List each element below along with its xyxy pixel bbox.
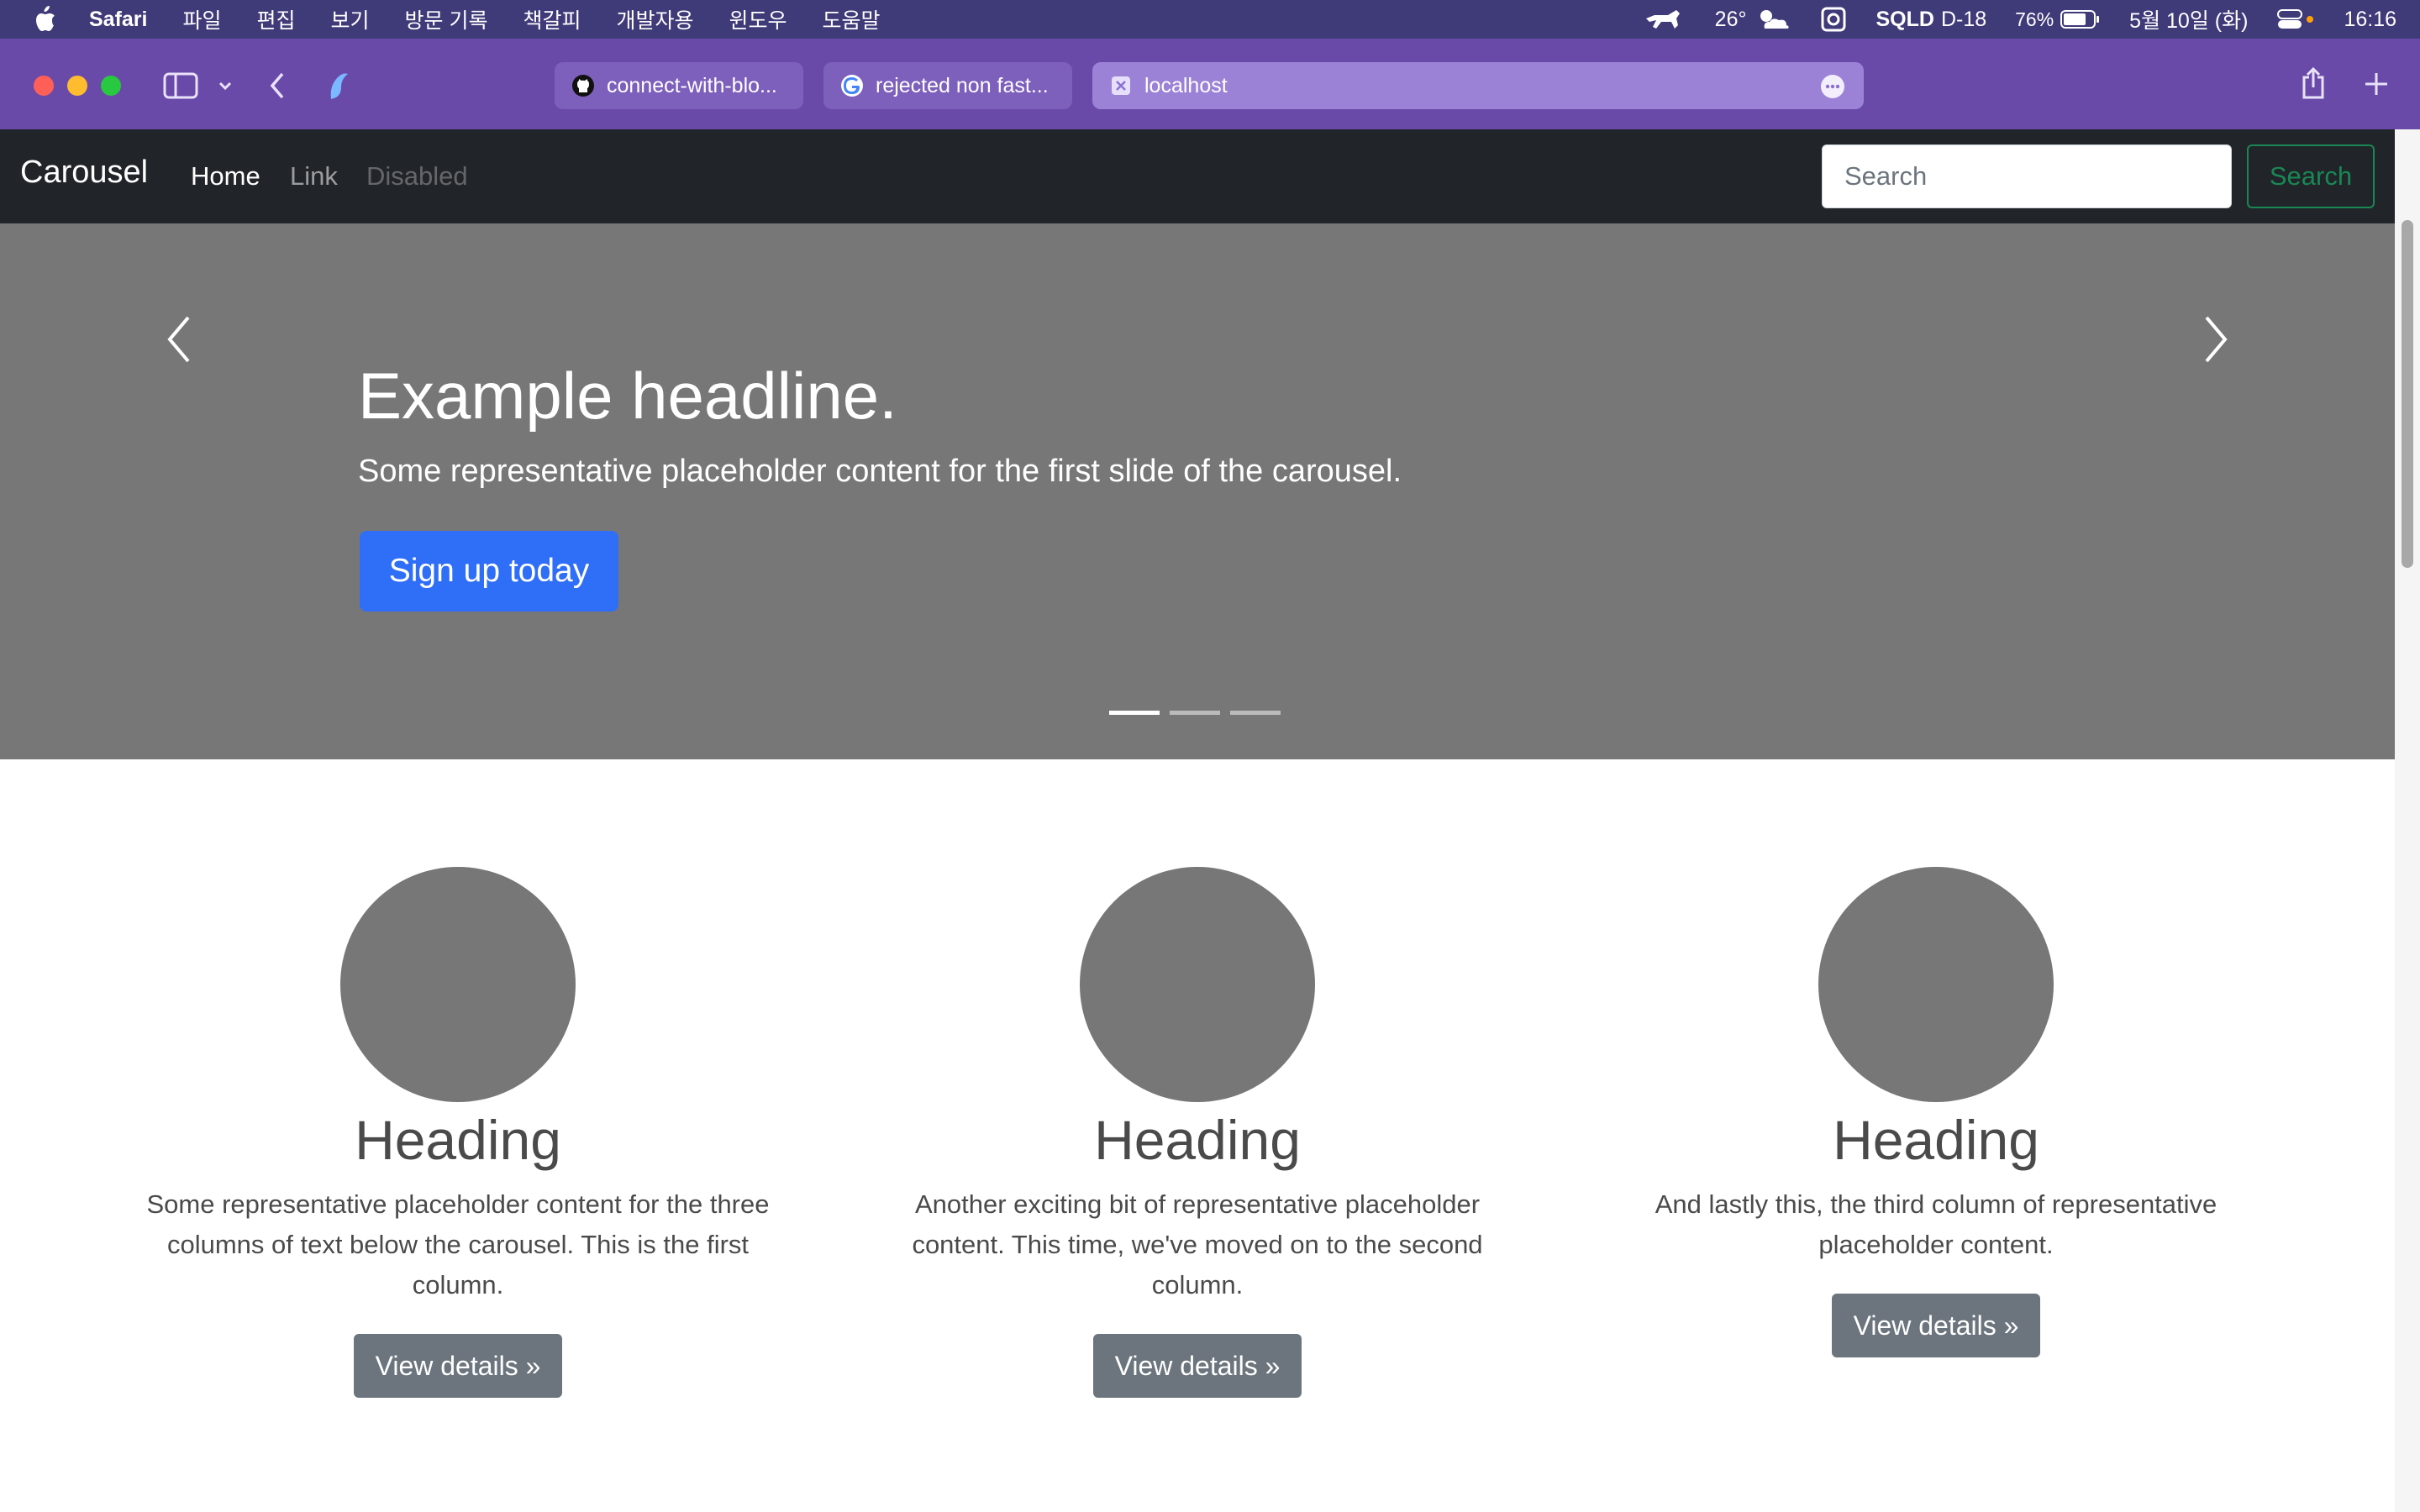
carousel-caption: Some representative placeholder content … <box>358 454 1402 489</box>
menu-items: Safari 파일 편집 보기 방문 기록 책갈피 개발자용 윈도우 도움말 <box>89 0 916 39</box>
carousel-headline: Example headline. <box>358 359 897 433</box>
minimize-window-button[interactable] <box>67 76 87 96</box>
carousel-indicator[interactable] <box>1170 711 1220 715</box>
menubar-time[interactable]: 16:16 <box>2344 8 2396 32</box>
tab-title: rejected non fast... <box>876 73 1049 97</box>
tab-options-icon[interactable] <box>1820 74 1845 99</box>
placeholder-image <box>1080 867 1315 1102</box>
battery-percent: 76% <box>2015 8 2054 30</box>
marketing-column: Heading And lastly this, the third colum… <box>1566 867 2306 1357</box>
menu-app-name[interactable]: Safari <box>89 8 147 32</box>
scrollbar-thumb[interactable] <box>2402 220 2413 568</box>
column-heading: Heading <box>1833 1109 2039 1171</box>
column-heading: Heading <box>355 1109 561 1171</box>
browser-tab[interactable]: rejected non fast... <box>823 62 1072 109</box>
column-text: Some representative placeholder content … <box>146 1189 770 1299</box>
carousel-next-icon[interactable] <box>2190 306 2240 373</box>
battery[interactable]: 76% <box>2015 8 2101 31</box>
zoom-window-button[interactable] <box>101 76 121 96</box>
close-window-button[interactable] <box>34 76 54 96</box>
share-icon[interactable] <box>2301 66 2326 101</box>
chevron-down-icon[interactable] <box>217 77 234 94</box>
menu-help[interactable]: 도움말 <box>823 4 881 34</box>
view-details-button[interactable]: View details » <box>353 1334 563 1398</box>
column-heading: Heading <box>1094 1109 1301 1171</box>
placeholder-image <box>340 867 576 1102</box>
apple-logo-icon[interactable] <box>32 5 57 34</box>
weather[interactable]: 26° <box>1715 7 1792 32</box>
tab-title: connect-with-blo... <box>607 73 777 97</box>
nav-disabled-link: Disabled <box>366 161 468 191</box>
browser-tab[interactable]: connect-with-blo... <box>555 62 803 109</box>
carousel-indicator[interactable] <box>1230 711 1281 715</box>
carousel-prev-icon[interactable] <box>155 306 205 373</box>
marketing-column: Heading Some representative placeholder … <box>88 867 828 1398</box>
close-icon[interactable] <box>1109 74 1133 97</box>
menu-window[interactable]: 윈도우 <box>729 4 787 34</box>
menubar-date[interactable]: 5월 10일 (화) <box>2129 4 2248 34</box>
menu-history[interactable]: 방문 기록 <box>405 4 488 34</box>
menu-develop[interactable]: 개발자용 <box>617 4 694 34</box>
view-details-button[interactable]: View details » <box>1831 1294 2041 1357</box>
google-icon <box>841 75 863 97</box>
search-input[interactable] <box>1822 144 2232 208</box>
sign-up-button[interactable]: Sign up today <box>360 531 618 612</box>
site-navbar: Carousel Home Link Disabled Search <box>0 129 2395 223</box>
browser-tab-active[interactable]: localhost <box>1092 62 1864 109</box>
sidebar-icon[interactable] <box>163 72 198 99</box>
sqld-countdown[interactable]: SQLD D-18 <box>1876 8 1986 32</box>
battery-icon <box>2060 10 2100 29</box>
menu-bookmarks[interactable]: 책갈피 <box>523 4 581 34</box>
extension-icon[interactable] <box>324 69 353 102</box>
menu-edit[interactable]: 편집 <box>257 4 296 34</box>
screen-record-icon[interactable] <box>1820 6 1847 33</box>
placeholder-image <box>1818 867 2054 1102</box>
github-icon <box>572 75 594 97</box>
hero-carousel: Example headline. Some representative pl… <box>0 223 2395 759</box>
weather-temperature: 26° <box>1714 7 1747 31</box>
marketing-column: Heading Another exciting bit of represen… <box>828 867 1567 1398</box>
nav-home-link[interactable]: Home <box>191 161 260 192</box>
partly-cloudy-icon <box>1760 10 1790 29</box>
dday-label: D-18 <box>1940 7 1987 31</box>
menu-file[interactable]: 파일 <box>182 4 221 34</box>
control-center-icon[interactable] <box>2276 7 2315 32</box>
macos-menu-bar: Safari 파일 편집 보기 방문 기록 책갈피 개발자용 윈도우 도움말 2… <box>0 0 2420 39</box>
sqld-label: SQLD <box>1876 7 1934 31</box>
tab-title: localhost <box>1144 73 1228 97</box>
nav-link[interactable]: Link <box>290 161 338 192</box>
status-area: 26° SQLD D-18 76% 5월 10일 (화) 16:16 <box>1614 0 2396 39</box>
view-details-button[interactable]: View details » <box>1092 1334 1302 1398</box>
navbar-brand[interactable]: Carousel <box>20 155 148 191</box>
new-tab-icon[interactable] <box>2363 71 2390 97</box>
carousel-indicator[interactable] <box>1109 711 1160 715</box>
back-arrow-icon[interactable] <box>267 71 287 101</box>
page-scrollbar[interactable] <box>2395 129 2420 1512</box>
column-text: And lastly this, the third column of rep… <box>1655 1189 2217 1259</box>
search-button[interactable]: Search <box>2247 144 2375 208</box>
column-text: Another exciting bit of representative p… <box>912 1189 1483 1299</box>
menu-view[interactable]: 보기 <box>331 4 370 34</box>
carousel-indicators <box>1109 711 1291 715</box>
runcat-icon[interactable] <box>1643 7 1686 32</box>
